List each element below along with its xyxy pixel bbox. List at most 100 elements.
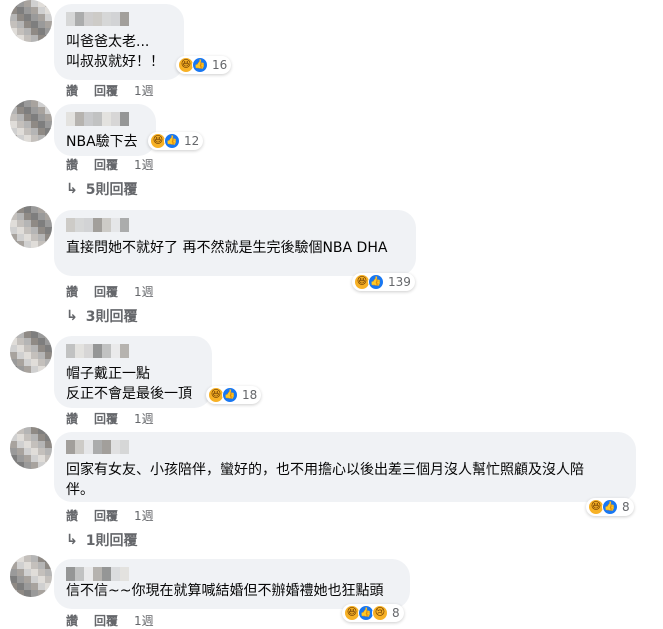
reaction-summary[interactable]: 😆 👍 18: [206, 386, 262, 404]
comment-line: 叫叔叔就好！！: [66, 54, 164, 70]
replies-count-label: 1則回覆: [85, 533, 138, 549]
avatar-pixel: [45, 590, 52, 597]
avatar[interactable]: [10, 100, 52, 142]
like-reaction-icon: 👍: [368, 274, 384, 290]
name-pixel: [93, 12, 102, 26]
comment-actions: 讚 回覆 1週: [66, 283, 154, 300]
like-button[interactable]: 讚: [66, 156, 78, 173]
comment-line: 叫爸爸太老...: [66, 34, 150, 50]
like-button[interactable]: 讚: [66, 410, 78, 427]
reply-button[interactable]: 回覆: [94, 612, 118, 629]
name-pixel: [75, 112, 84, 126]
avatar[interactable]: [10, 206, 52, 248]
name-pixel: [102, 218, 111, 232]
avatar-pixel: [45, 135, 52, 142]
timestamp[interactable]: 1週: [134, 156, 154, 173]
name-pixel: [75, 344, 84, 358]
name-pixel: [75, 567, 84, 581]
timestamp[interactable]: 1週: [134, 612, 154, 629]
name-pixel: [111, 440, 120, 454]
name-pixel: [102, 440, 111, 454]
name-pixel: [120, 344, 129, 358]
reply-button[interactable]: 回覆: [94, 156, 118, 173]
name-pixel: [120, 440, 129, 454]
name-pixel: [102, 12, 111, 26]
name-pixel: [120, 12, 129, 26]
name-pixel: [111, 112, 120, 126]
comment-actions: 讚 回覆 1週: [66, 612, 154, 629]
avatar-pixel: [45, 462, 52, 469]
timestamp[interactable]: 1週: [134, 82, 154, 99]
name-pixel: [111, 218, 120, 232]
comment-bubble: NBA驗下去: [54, 104, 156, 156]
commenter-name[interactable]: [66, 112, 144, 128]
reply-button[interactable]: 回覆: [94, 410, 118, 427]
timestamp[interactable]: 1週: [134, 410, 154, 427]
comment-bubble: 回家有女友、小孩陪伴，蠻好的，也不用擔心以後出差三個月沒人幫忙照顧及沒人陪 伴。: [54, 432, 636, 502]
like-reaction-icon: 👍: [192, 57, 208, 73]
name-pixel: [111, 567, 120, 581]
name-pixel: [84, 12, 93, 26]
name-pixel: [84, 112, 93, 126]
reaction-count: 8: [392, 606, 400, 620]
reaction-count: 18: [242, 388, 258, 402]
avatar-pixel: [45, 366, 52, 373]
name-pixel: [66, 218, 75, 232]
reply-button[interactable]: 回覆: [94, 507, 118, 524]
avatar[interactable]: [10, 555, 52, 597]
name-pixel: [93, 344, 102, 358]
commenter-name[interactable]: [66, 344, 200, 360]
name-pixel: [66, 12, 75, 26]
name-pixel: [120, 567, 129, 581]
reply-arrow-icon: ↳: [66, 532, 78, 548]
reaction-summary[interactable]: 😆 👍 139: [352, 273, 415, 291]
commenter-name[interactable]: [66, 218, 404, 234]
view-replies-link[interactable]: ↳ 1則回覆: [66, 530, 137, 550]
like-reaction-icon: 👍: [222, 387, 238, 403]
name-pixel: [102, 112, 111, 126]
comment-bubble: 叫爸爸太老... 叫叔叔就好！！: [54, 4, 184, 80]
replies-count-label: 3則回覆: [85, 309, 138, 325]
reaction-summary[interactable]: 😆 👍 😢 8: [342, 604, 404, 622]
reaction-summary[interactable]: 😆 👍 16: [176, 56, 232, 74]
comment-actions: 讚 回覆 1週: [66, 507, 154, 524]
name-pixel: [75, 440, 84, 454]
avatar[interactable]: [10, 331, 52, 373]
comment-line: NBA驗下去: [66, 134, 138, 150]
view-replies-link[interactable]: ↳ 3則回覆: [66, 306, 137, 326]
name-pixel: [120, 112, 129, 126]
name-pixel: [102, 567, 111, 581]
reply-button[interactable]: 回覆: [94, 82, 118, 99]
like-button[interactable]: 讚: [66, 507, 78, 524]
avatar[interactable]: [10, 0, 52, 42]
name-pixel: [102, 344, 111, 358]
reaction-count: 8: [622, 500, 630, 514]
comment-actions: 讚 回覆 1週: [66, 82, 154, 99]
reply-button[interactable]: 回覆: [94, 283, 118, 300]
name-pixel: [93, 567, 102, 581]
timestamp[interactable]: 1週: [134, 283, 154, 300]
avatar[interactable]: [10, 427, 52, 469]
reaction-summary[interactable]: 😆 👍 8: [586, 498, 634, 516]
like-button[interactable]: 讚: [66, 612, 78, 629]
comment-actions: 讚 回覆 1週: [66, 156, 154, 173]
name-pixel: [84, 218, 93, 232]
timestamp[interactable]: 1週: [134, 507, 154, 524]
name-pixel: [93, 440, 102, 454]
name-pixel: [84, 344, 93, 358]
like-button[interactable]: 讚: [66, 82, 78, 99]
comment-line: 伴。: [66, 482, 94, 498]
reaction-summary[interactable]: 😆 👍 12: [148, 132, 204, 150]
commenter-name[interactable]: [66, 12, 172, 28]
view-replies-link[interactable]: ↳ 5則回覆: [66, 179, 137, 199]
commenter-name[interactable]: [66, 440, 624, 456]
name-pixel: [93, 112, 102, 126]
comment-line: 直接問她不就好了 再不然就是生完後驗個NBA DHA: [66, 240, 388, 256]
reaction-count: 12: [184, 134, 200, 148]
avatar-pixel: [45, 241, 52, 248]
like-button[interactable]: 讚: [66, 283, 78, 300]
name-pixel: [66, 440, 75, 454]
comment-line: 帽子戴正一點: [66, 366, 150, 382]
name-pixel: [84, 567, 93, 581]
replies-count-label: 5則回覆: [85, 182, 138, 198]
